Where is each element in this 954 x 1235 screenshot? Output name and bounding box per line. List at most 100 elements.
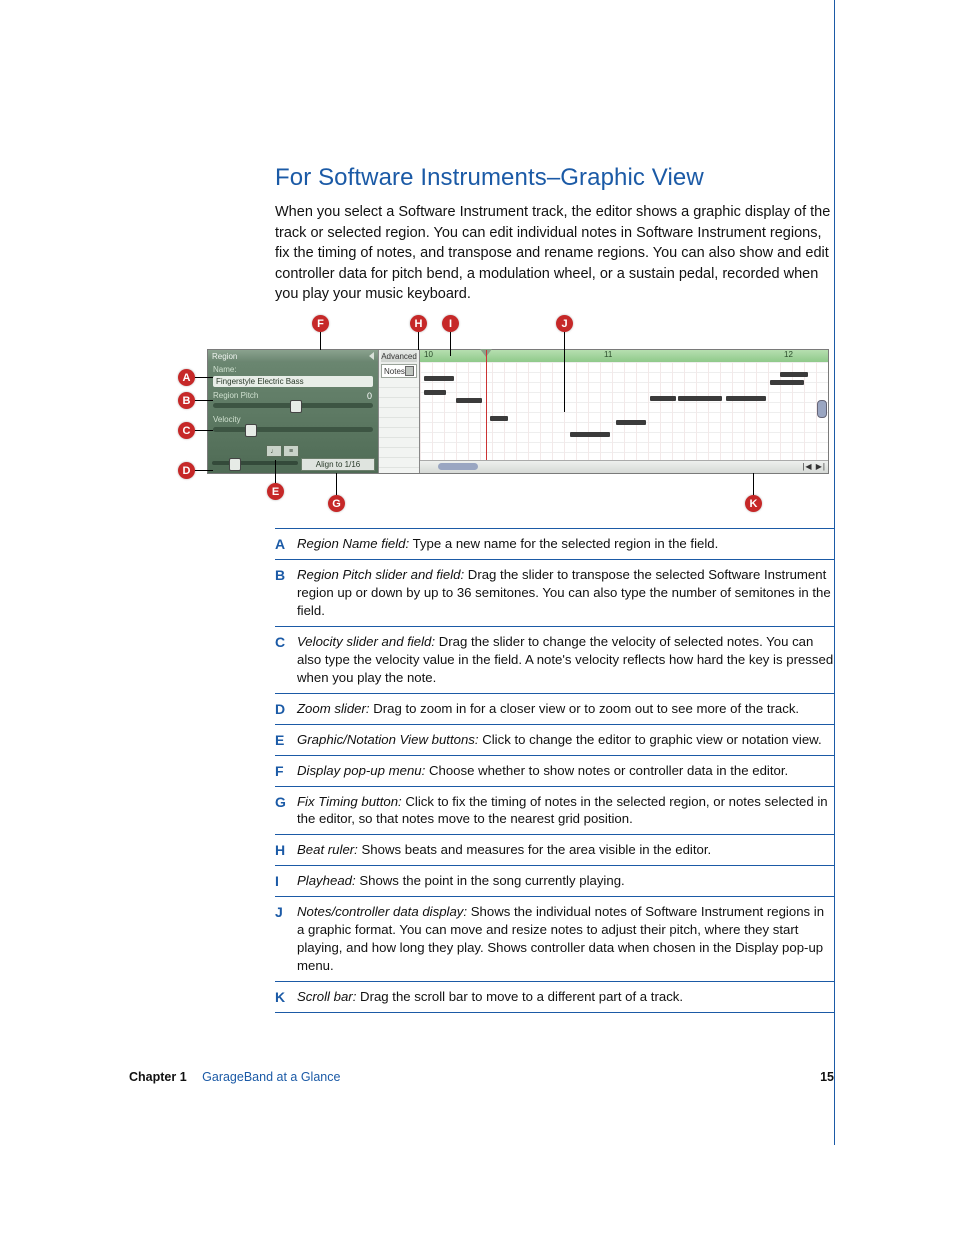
leader-line bbox=[275, 460, 276, 484]
legend-text: Choose whether to show notes or controll… bbox=[425, 763, 788, 778]
region-pitch-label: Region Pitch bbox=[213, 391, 373, 400]
section-heading: For Software Instruments–Graphic View bbox=[275, 164, 834, 192]
legend-letter: D bbox=[275, 700, 297, 718]
beat-ruler: 10 11 12 bbox=[420, 350, 828, 362]
legend-description: Velocity slider and field: Drag the slid… bbox=[297, 633, 834, 687]
note-grid[interactable] bbox=[420, 362, 828, 461]
horizontal-scrollbar[interactable]: |◀ ▶| bbox=[420, 460, 828, 473]
pitch-ruler bbox=[379, 378, 419, 473]
legend-term: Scroll bar: bbox=[297, 989, 356, 1004]
vertical-scroll-thumb[interactable] bbox=[817, 400, 827, 418]
legend-text: Click to change the editor to graphic vi… bbox=[479, 732, 822, 747]
legend-description: Scroll bar: Drag the scroll bar to move … bbox=[297, 988, 834, 1006]
legend-letter: B bbox=[275, 566, 297, 620]
leader-line bbox=[320, 332, 321, 350]
scroll-arrows[interactable]: |◀ ▶| bbox=[802, 462, 826, 471]
velocity-slider[interactable] bbox=[213, 427, 373, 432]
callout-E: E bbox=[267, 483, 284, 500]
midi-note[interactable] bbox=[424, 376, 454, 381]
midi-note[interactable] bbox=[678, 396, 722, 401]
display-popup-menu[interactable]: Notes bbox=[381, 364, 417, 378]
callout-A: A bbox=[178, 369, 195, 386]
sidebar-header-label: Region bbox=[212, 352, 237, 361]
legend-term: Zoom slider: bbox=[297, 701, 370, 716]
legend-description: Region Name field: Type a new name for t… bbox=[297, 535, 834, 553]
display-column: Advanced Notes bbox=[378, 350, 420, 473]
legend-letter: I bbox=[275, 872, 297, 890]
display-popup-value: Notes bbox=[384, 367, 405, 376]
region-pitch-value[interactable]: 0 bbox=[367, 391, 372, 401]
legend-description: Display pop-up menu: Choose whether to s… bbox=[297, 762, 834, 780]
midi-note[interactable] bbox=[726, 396, 766, 401]
callout-D: D bbox=[178, 462, 195, 479]
callout-B: B bbox=[178, 392, 195, 409]
page-number: 15 bbox=[820, 1070, 834, 1084]
midi-note[interactable] bbox=[570, 432, 610, 437]
midi-note[interactable] bbox=[770, 380, 804, 385]
legend-term: Region Name field: bbox=[297, 536, 409, 551]
midi-note[interactable] bbox=[780, 372, 808, 377]
chapter-title: GarageBand at a Glance bbox=[202, 1070, 340, 1084]
region-name-field[interactable]: Fingerstyle Electric Bass bbox=[213, 376, 373, 387]
playhead-line[interactable] bbox=[486, 350, 487, 461]
midi-note[interactable] bbox=[456, 398, 482, 403]
legend-term: Beat ruler: bbox=[297, 842, 358, 857]
legend-description: Graphic/Notation View buttons: Click to … bbox=[297, 731, 834, 749]
ruler-mark: 10 bbox=[424, 350, 433, 359]
page-footer: Chapter 1 GarageBand at a Glance 15 bbox=[129, 1070, 834, 1084]
legend-row: FDisplay pop-up menu: Choose whether to … bbox=[275, 756, 834, 787]
legend-text: Drag to zoom in for a closer view or to … bbox=[370, 701, 800, 716]
legend-letter: J bbox=[275, 903, 297, 975]
legend-letter: E bbox=[275, 731, 297, 749]
legend-text: Type a new name for the selected region … bbox=[409, 536, 718, 551]
editor-screenshot: Region Name: Fingerstyle Electric Bass R… bbox=[207, 349, 829, 474]
ruler-mark: 11 bbox=[604, 350, 612, 359]
legend-row: ARegion Name field: Type a new name for … bbox=[275, 529, 834, 560]
notes-display[interactable]: 10 11 12 bbox=[420, 350, 828, 473]
right-margin-rule bbox=[834, 0, 835, 1145]
callout-J: J bbox=[556, 315, 573, 332]
name-label: Name: bbox=[213, 365, 373, 374]
callout-H: H bbox=[410, 315, 427, 332]
legend-letter: K bbox=[275, 988, 297, 1006]
leader-line bbox=[195, 400, 213, 401]
legend-row: IPlayhead: Shows the point in the song c… bbox=[275, 866, 834, 897]
legend-row: BRegion Pitch slider and field: Drag the… bbox=[275, 560, 834, 627]
horizontal-scroll-thumb[interactable] bbox=[438, 463, 478, 470]
intro-paragraph: When you select a Software Instrument tr… bbox=[275, 202, 834, 305]
view-buttons[interactable]: ♩≡ bbox=[266, 445, 299, 457]
zoom-slider[interactable] bbox=[212, 461, 298, 471]
legend-table: ARegion Name field: Type a new name for … bbox=[275, 528, 834, 1013]
fix-timing-button[interactable]: Align to 1/16 bbox=[301, 458, 375, 471]
callout-I: I bbox=[442, 315, 459, 332]
legend-text: Shows beats and measures for the area vi… bbox=[358, 842, 711, 857]
editor-sidebar: Region Name: Fingerstyle Electric Bass R… bbox=[208, 350, 378, 473]
legend-row: HBeat ruler: Shows beats and measures fo… bbox=[275, 835, 834, 866]
legend-row: JNotes/controller data display: Shows th… bbox=[275, 897, 834, 982]
legend-letter: C bbox=[275, 633, 297, 687]
leader-line bbox=[564, 332, 565, 412]
leader-line bbox=[195, 470, 213, 471]
midi-note[interactable] bbox=[650, 396, 676, 401]
advanced-label: Advanced bbox=[381, 350, 417, 362]
midi-note[interactable] bbox=[424, 390, 446, 395]
callout-C: C bbox=[178, 422, 195, 439]
legend-letter: A bbox=[275, 535, 297, 553]
collapse-triangle-icon[interactable] bbox=[369, 352, 374, 360]
notation-view-button[interactable]: ≡ bbox=[283, 445, 299, 457]
leader-line bbox=[418, 332, 419, 350]
legend-letter: H bbox=[275, 841, 297, 859]
callout-F: F bbox=[312, 315, 329, 332]
legend-row: KScroll bar: Drag the scroll bar to move… bbox=[275, 982, 834, 1013]
midi-note[interactable] bbox=[490, 416, 508, 421]
legend-description: Fix Timing button: Click to fix the timi… bbox=[297, 793, 834, 829]
legend-description: Beat ruler: Shows beats and measures for… bbox=[297, 841, 834, 859]
graphic-view-button[interactable]: ♩ bbox=[266, 445, 282, 457]
main-content: For Software Instruments–Graphic View Wh… bbox=[275, 164, 834, 323]
legend-text: Drag the scroll bar to move to a differe… bbox=[356, 989, 683, 1004]
ruler-mark: 12 bbox=[784, 350, 793, 359]
region-pitch-slider[interactable] bbox=[213, 403, 373, 408]
legend-term: Graphic/Notation View buttons: bbox=[297, 732, 479, 747]
legend-row: GFix Timing button: Click to fix the tim… bbox=[275, 787, 834, 836]
midi-note[interactable] bbox=[616, 420, 646, 425]
